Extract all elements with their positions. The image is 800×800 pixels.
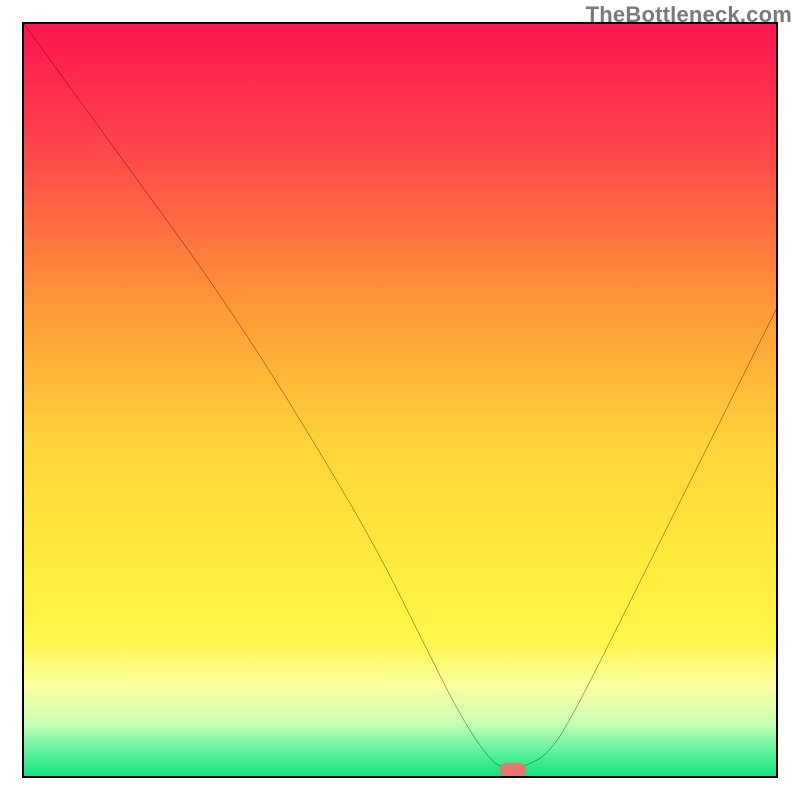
bottleneck-curve (24, 24, 776, 768)
watermark-label: TheBottleneck.com (586, 2, 792, 28)
optimal-point-marker (500, 763, 526, 777)
chart-figure: TheBottleneck.com (0, 0, 800, 800)
axes-frame (22, 22, 778, 778)
plot-area (24, 24, 776, 776)
